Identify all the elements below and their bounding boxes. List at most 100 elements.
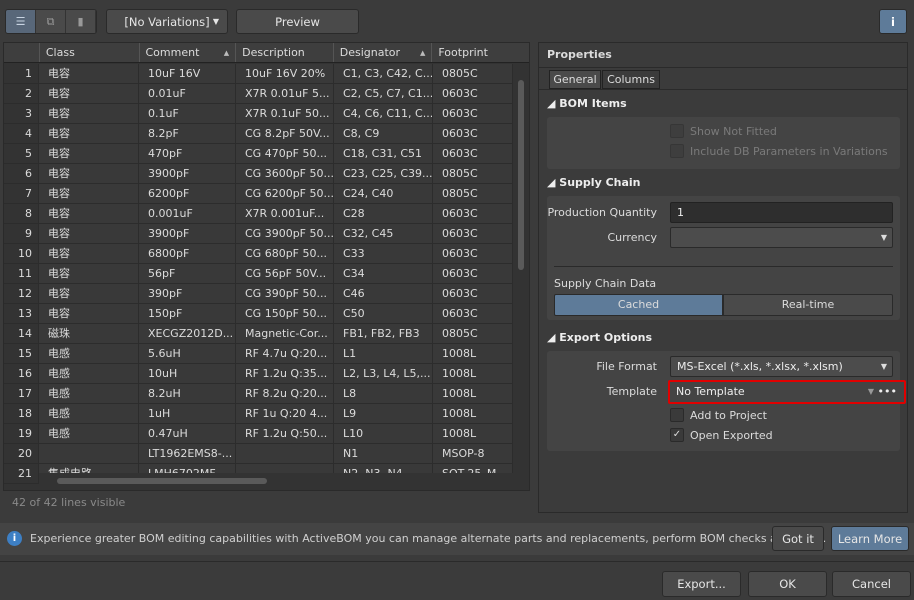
- class-cell: 电容: [39, 224, 139, 243]
- bom-items-section-header[interactable]: ◢ BOM Items: [547, 97, 627, 110]
- preview-button[interactable]: Preview: [236, 9, 359, 34]
- table-row[interactable]: 11 电容 56pF CG 56pF 50V... C34 0603C: [4, 264, 513, 284]
- table-row[interactable]: 16 电感 10uH RF 1.2u Q:35... L2, L3, L4, L5,..…: [4, 364, 513, 384]
- designator-cell: C1, C3, C42, C...: [334, 64, 433, 83]
- description-cell: X7R 0.001uF...: [236, 204, 334, 223]
- designator-cell: L1: [334, 344, 433, 363]
- table-row[interactable]: 8 电容 0.001uF X7R 0.001uF... C28 0603C: [4, 204, 513, 224]
- footprint-cell: 0805C: [433, 324, 513, 343]
- open-exported-label: Open Exported: [690, 429, 773, 442]
- row-number: 2: [4, 84, 39, 103]
- table-row[interactable]: 10 电容 6800pF CG 680pF 50... C33 0603C: [4, 244, 513, 264]
- learn-more-button[interactable]: Learn More: [831, 526, 909, 551]
- column-header-comment[interactable]: Comment: [138, 43, 236, 63]
- row-number: 12: [4, 284, 39, 303]
- column-header-class[interactable]: Class: [38, 43, 139, 62]
- footprint-cell: 0805C: [433, 184, 513, 203]
- cancel-button[interactable]: Cancel: [832, 571, 911, 597]
- ok-button[interactable]: OK: [748, 571, 827, 597]
- description-cell: RF 1.2u Q:50...: [236, 424, 334, 443]
- designator-cell: C34: [334, 264, 433, 283]
- designator-cell: C28: [334, 204, 433, 223]
- structured-view-icon[interactable]: ⧉: [36, 10, 66, 33]
- footprint-cell: 0805C: [433, 64, 513, 83]
- column-header-description[interactable]: Description: [235, 43, 333, 62]
- table-row[interactable]: 4 电容 8.2pF CG 8.2pF 50V... C8, C9 0603C: [4, 124, 513, 144]
- row-number: 14: [4, 324, 39, 343]
- footprint-cell: 0603C: [433, 104, 513, 123]
- chevron-down-icon: ▼: [212, 17, 219, 26]
- comment-cell: 0.47uH: [139, 424, 236, 443]
- table-row[interactable]: 13 电容 150pF CG 150pF 50... C50 0603C: [4, 304, 513, 324]
- chart-view-icon[interactable]: ▮: [66, 10, 96, 33]
- table-row[interactable]: 6 电容 3900pF CG 3600pF 50... C23, C25, C39...…: [4, 164, 513, 184]
- class-cell: 电感: [39, 424, 139, 443]
- browse-template-button[interactable]: •••: [878, 382, 897, 401]
- row-number: 20: [4, 444, 39, 463]
- chevron-down-icon: ▼: [880, 233, 887, 242]
- realtime-button[interactable]: Real-time: [723, 294, 893, 316]
- tab-columns[interactable]: Columns: [602, 70, 660, 89]
- comment-cell: 470pF: [139, 144, 236, 163]
- table-row[interactable]: 2 电容 0.01uF X7R 0.01uF 5... C2, C5, C7, C1..…: [4, 84, 513, 104]
- description-cell: X7R 0.01uF 5...: [236, 84, 334, 103]
- table-row[interactable]: 9 电容 3900pF CG 3900pF 50... C32, C45 0603C: [4, 224, 513, 244]
- got-it-button[interactable]: Got it: [772, 526, 824, 551]
- supply-chain-data-label: Supply Chain Data: [554, 277, 657, 290]
- table-header: Class Comment Description Designator Foo…: [4, 43, 529, 63]
- comment-cell: 6800pF: [139, 244, 236, 263]
- table-row[interactable]: 7 电容 6200pF CG 6200pF 50... C24, C40 0805C: [4, 184, 513, 204]
- table-row[interactable]: 12 电容 390pF CG 390pF 50... C46 0603C: [4, 284, 513, 304]
- horizontal-scroll-thumb[interactable]: [57, 478, 267, 484]
- column-header-designator[interactable]: Designator: [332, 43, 432, 63]
- variations-dropdown[interactable]: [No Variations] ▼: [106, 9, 228, 34]
- table-row[interactable]: 5 电容 470pF CG 470pF 50... C18, C31, C51 0603C: [4, 144, 513, 164]
- footprint-cell: 1008L: [433, 384, 513, 403]
- include-db-params-checkbox[interactable]: [670, 144, 684, 158]
- vertical-scrollbar[interactable]: [514, 64, 529, 473]
- comment-cell: XECGZ2012D...: [139, 324, 236, 343]
- export-button[interactable]: Export...: [662, 571, 741, 597]
- class-cell: 电容: [39, 84, 139, 103]
- table-row[interactable]: 3 电容 0.1uF X7R 0.1uF 50... C4, C6, C11, C...…: [4, 104, 513, 124]
- class-cell: 电容: [39, 64, 139, 83]
- table-row[interactable]: 19 电感 0.47uH RF 1.2u Q:50... L10 1008L: [4, 424, 513, 444]
- template-dropdown[interactable]: No Template ▼ •••: [668, 380, 906, 404]
- description-cell: RF 1.2u Q:35...: [236, 364, 334, 383]
- designator-cell: L10: [334, 424, 433, 443]
- show-not-fitted-checkbox[interactable]: [670, 124, 684, 138]
- table-row[interactable]: 14 磁珠 XECGZ2012D... Magnetic-Cor... FB1, FB2…: [4, 324, 513, 344]
- table-row[interactable]: 1 电容 10uF 16V 10uF 16V 20% C1, C3, C42, C...…: [4, 64, 513, 84]
- table-row[interactable]: 17 电感 8.2uH RF 8.2u Q:20... L8 1008L: [4, 384, 513, 404]
- export-options-section-header[interactable]: ◢ Export Options: [547, 331, 652, 344]
- class-cell: 磁珠: [39, 324, 139, 343]
- add-to-project-checkbox[interactable]: [670, 408, 684, 422]
- class-cell: 电容: [39, 124, 139, 143]
- comment-cell: 56pF: [139, 264, 236, 283]
- footprint-cell: 1008L: [433, 344, 513, 363]
- currency-dropdown[interactable]: ▼: [670, 227, 893, 248]
- info-icon[interactable]: i: [879, 9, 907, 34]
- cached-button[interactable]: Cached: [554, 294, 723, 316]
- table-row[interactable]: 18 电感 1uH RF 1u Q:20 4... L9 1008L: [4, 404, 513, 424]
- table-row[interactable]: 15 电感 5.6uH RF 4.7u Q:20... L1 1008L: [4, 344, 513, 364]
- class-cell: 电容: [39, 204, 139, 223]
- class-cell: [39, 444, 139, 463]
- designator-cell: C24, C40: [334, 184, 433, 203]
- open-exported-checkbox[interactable]: ✓: [670, 428, 684, 442]
- description-cell: Magnetic-Cor...: [236, 324, 334, 343]
- comment-cell: 5.6uH: [139, 344, 236, 363]
- production-quantity-input[interactable]: 1: [670, 202, 893, 223]
- horizontal-scrollbar[interactable]: [39, 473, 514, 489]
- vertical-scroll-thumb[interactable]: [518, 80, 524, 270]
- footprint-cell: 1008L: [433, 404, 513, 423]
- file-format-dropdown[interactable]: MS-Excel (*.xls, *.xlsx, *.xlsm) ▼: [670, 356, 893, 377]
- description-cell: CG 390pF 50...: [236, 284, 334, 303]
- footprint-cell: 0603C: [433, 224, 513, 243]
- table-row[interactable]: 20 LT1962EMS8-... N1 MSOP-8: [4, 444, 513, 464]
- show-not-fitted-label: Show Not Fitted: [690, 125, 777, 138]
- tab-general[interactable]: General: [549, 70, 601, 89]
- column-header-footprint[interactable]: Footprint: [431, 43, 529, 62]
- flat-view-icon[interactable]: ☰: [6, 10, 36, 33]
- supply-chain-section-header[interactable]: ◢ Supply Chain: [547, 176, 641, 189]
